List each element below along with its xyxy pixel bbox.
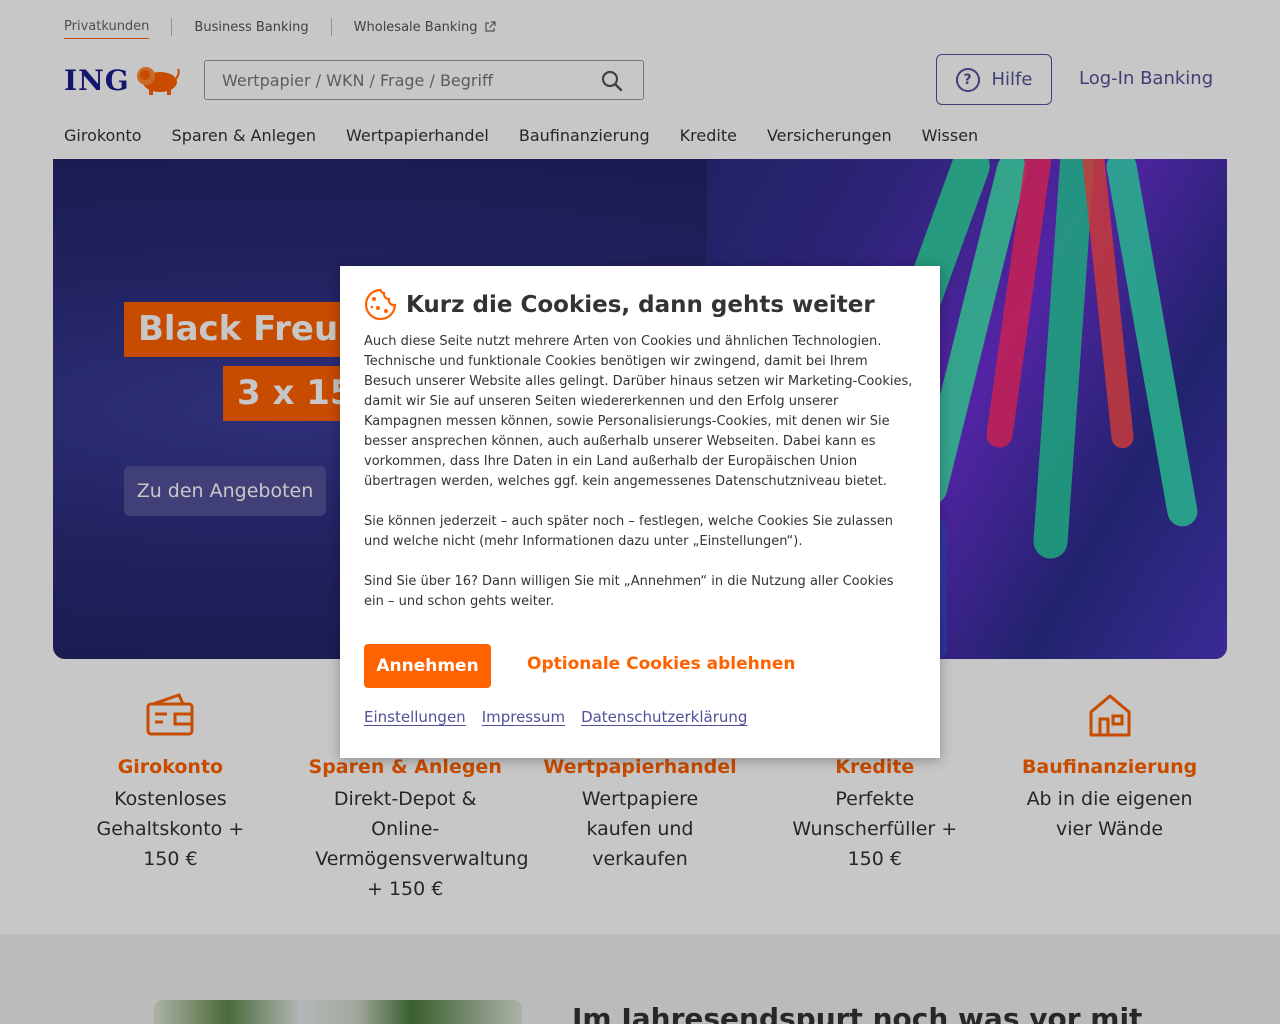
cookie-icon bbox=[364, 288, 397, 321]
dialog-header: Kurz die Cookies, dann gehts weiter bbox=[364, 288, 875, 321]
dialog-title: Kurz die Cookies, dann gehts weiter bbox=[406, 291, 875, 318]
dialog-paragraph: Sind Sie über 16? Dann willigen Sie mit … bbox=[364, 574, 894, 609]
cookie-consent-dialog: Kurz die Cookies, dann gehts weiter Auch… bbox=[340, 266, 940, 758]
accept-cookies-button[interactable]: Annehmen bbox=[364, 644, 491, 688]
dialog-body: Auch diese Seite nutzt mehrere Arten von… bbox=[364, 332, 916, 632]
privacy-policy-link[interactable]: Datenschutzerklärung bbox=[581, 708, 747, 726]
dialog-footer-links: Einstellungen Impressum Datenschutzerklä… bbox=[364, 708, 747, 726]
reject-optional-cookies-button[interactable]: Optionale Cookies ablehnen bbox=[527, 654, 795, 674]
dialog-paragraph: Sie können jederzeit – auch später noch … bbox=[364, 514, 894, 549]
imprint-link[interactable]: Impressum bbox=[482, 708, 565, 726]
dialog-paragraph: Auch diese Seite nutzt mehrere Arten von… bbox=[364, 334, 913, 489]
settings-link[interactable]: Einstellungen bbox=[364, 708, 466, 726]
